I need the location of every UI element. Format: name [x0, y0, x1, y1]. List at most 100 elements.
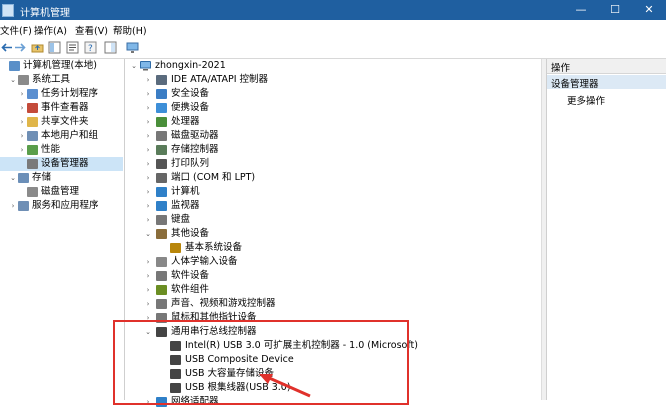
chevron-right-icon[interactable]: ›	[144, 157, 152, 171]
device-category[interactable]: › IDE ATA/ATAPI 控制器	[127, 73, 537, 87]
console-tree-item-label: 事件查看器	[41, 102, 89, 113]
console-tree-item[interactable]: › 任务计划程序	[0, 87, 123, 101]
device-category[interactable]: › 计算机	[127, 185, 537, 199]
device-label: 其他设备	[171, 228, 210, 239]
chevron-right-icon[interactable]: ›	[144, 115, 152, 129]
window-title: 计算机管理	[20, 8, 70, 19]
device-category[interactable]: › 处理器	[127, 115, 537, 129]
console-tree-item-label: 系统工具	[32, 74, 71, 85]
chevron-right-icon[interactable]: ›	[144, 73, 152, 87]
console-tree-item[interactable]: ⌄ 系统工具	[0, 73, 123, 87]
chevron-right-icon[interactable]: ›	[18, 87, 26, 101]
maximize-button[interactable]: ☐	[598, 0, 632, 20]
device-category[interactable]: › 便携设备	[127, 101, 537, 115]
minimize-button[interactable]: —	[564, 0, 598, 20]
actions-section-device-manager[interactable]: 设备管理器	[547, 75, 666, 90]
more-actions-link[interactable]: 更多操作	[567, 93, 605, 107]
chevron-right-icon[interactable]: ›	[144, 185, 152, 199]
computer-icon	[9, 61, 20, 71]
device-category[interactable]: › 键盘	[127, 213, 537, 227]
console-tree-item-label: 磁盘管理	[41, 186, 80, 197]
chevron-right-icon[interactable]: ›	[144, 171, 152, 185]
chevron-down-icon[interactable]: ⌄	[9, 73, 17, 87]
device-icon	[156, 187, 167, 197]
back-arrow-icon[interactable]	[0, 41, 13, 54]
properties-icon[interactable]	[66, 41, 79, 54]
chevron-down-icon[interactable]: ⌄	[144, 227, 152, 241]
menu-action[interactable]: 操作(A)	[34, 23, 67, 37]
device-category[interactable]: › 监视器	[127, 199, 537, 213]
storage-icon	[18, 173, 29, 183]
event-icon	[27, 103, 38, 113]
up-folder-icon[interactable]	[31, 41, 44, 54]
chevron-right-icon[interactable]: ›	[144, 255, 152, 269]
device-label: 软件组件	[171, 284, 210, 295]
help-icon[interactable]: ?	[84, 41, 97, 54]
device-category[interactable]: › 声音、视频和游戏控制器	[127, 297, 537, 311]
device-label: 人体学输入设备	[171, 256, 238, 267]
console-tree-item[interactable]: › 服务和应用程序	[0, 199, 123, 213]
device-category[interactable]: ⌄ 其他设备	[127, 227, 537, 241]
menu-bar: 文件(F) 操作(A) 查看(V) 帮助(H)	[0, 20, 666, 39]
chevron-right-icon[interactable]: ›	[9, 199, 17, 213]
menu-file[interactable]: 文件(F)	[0, 23, 32, 37]
chevron-right-icon[interactable]: ›	[18, 115, 26, 129]
services-icon	[18, 201, 29, 211]
chevron-right-icon[interactable]: ›	[18, 101, 26, 115]
close-button[interactable]: ✕	[632, 0, 666, 20]
console-tree-item[interactable]: › 事件查看器	[0, 101, 123, 115]
chevron-right-icon[interactable]: ›	[18, 143, 26, 157]
forward-arrow-icon[interactable]	[14, 41, 27, 54]
device-label: 处理器	[171, 116, 200, 127]
menu-help[interactable]: 帮助(H)	[113, 23, 147, 37]
disk-icon	[27, 187, 38, 197]
console-tree-item[interactable]: 磁盘管理	[0, 185, 123, 199]
console-tree-item[interactable]: 设备管理器	[0, 157, 123, 171]
device-category[interactable]: › 软件组件	[127, 283, 537, 297]
device-label: 软件设备	[171, 270, 210, 281]
chevron-right-icon[interactable]: ›	[144, 87, 152, 101]
computer-icon	[140, 61, 151, 71]
device-category[interactable]: › 端口 (COM 和 LPT)	[127, 171, 537, 185]
monitor-icon[interactable]	[126, 41, 139, 54]
device-category[interactable]: › 软件设备	[127, 269, 537, 283]
device-category[interactable]: › 打印队列	[127, 157, 537, 171]
show-hide-action-pane-icon[interactable]	[104, 41, 117, 54]
chevron-right-icon[interactable]: ›	[144, 213, 152, 227]
console-tree-item[interactable]: ⌄ 存储	[0, 171, 123, 185]
chevron-right-icon[interactable]: ›	[144, 269, 152, 283]
console-tree-icon[interactable]	[48, 41, 61, 54]
chevron-down-icon[interactable]: ⌄	[130, 59, 138, 73]
device-category[interactable]: › 存储控制器	[127, 143, 537, 157]
device-manager-icon	[27, 159, 38, 169]
chevron-down-icon[interactable]: ⌄	[9, 171, 17, 185]
console-tree-item[interactable]: 计算机管理(本地)	[0, 59, 123, 73]
menu-view[interactable]: 查看(V)	[75, 23, 108, 37]
device-label: 计算机	[171, 186, 200, 197]
console-tree: 计算机管理(本地) ⌄ 系统工具 › 任务计划程序 › 事件查看器 › 共享文件夹 › 本地用户和组…	[0, 59, 125, 400]
chevron-right-icon[interactable]: ›	[144, 297, 152, 311]
chevron-right-icon[interactable]: ›	[144, 283, 152, 297]
device-icon	[156, 117, 167, 127]
device-category[interactable]: › 安全设备	[127, 87, 537, 101]
chevron-right-icon[interactable]: ›	[18, 129, 26, 143]
device-item[interactable]: 基本系统设备	[127, 241, 537, 255]
svg-text:?: ?	[88, 44, 93, 54]
console-tree-item[interactable]: › 共享文件夹	[0, 115, 123, 129]
device-icon	[156, 271, 167, 281]
console-tree-item[interactable]: › 性能	[0, 143, 123, 157]
device-category[interactable]: › 人体学输入设备	[127, 255, 537, 269]
chevron-right-icon[interactable]: ›	[144, 129, 152, 143]
console-tree-item[interactable]: › 本地用户和组	[0, 129, 123, 143]
computer-management-icon	[2, 4, 14, 17]
actions-header: 操作	[547, 59, 666, 74]
device-category[interactable]: › 磁盘驱动器	[127, 129, 537, 143]
chevron-right-icon[interactable]: ›	[144, 101, 152, 115]
chevron-right-icon[interactable]: ›	[144, 199, 152, 213]
chevron-right-icon[interactable]: ›	[144, 143, 152, 157]
device-tree-root[interactable]: ⌄ zhongxin-2021	[127, 59, 537, 73]
device-icon	[156, 173, 167, 183]
toolbar: ?	[0, 38, 666, 59]
device-label: 端口 (COM 和 LPT)	[171, 172, 256, 183]
device-label: 基本系统设备	[185, 242, 243, 253]
